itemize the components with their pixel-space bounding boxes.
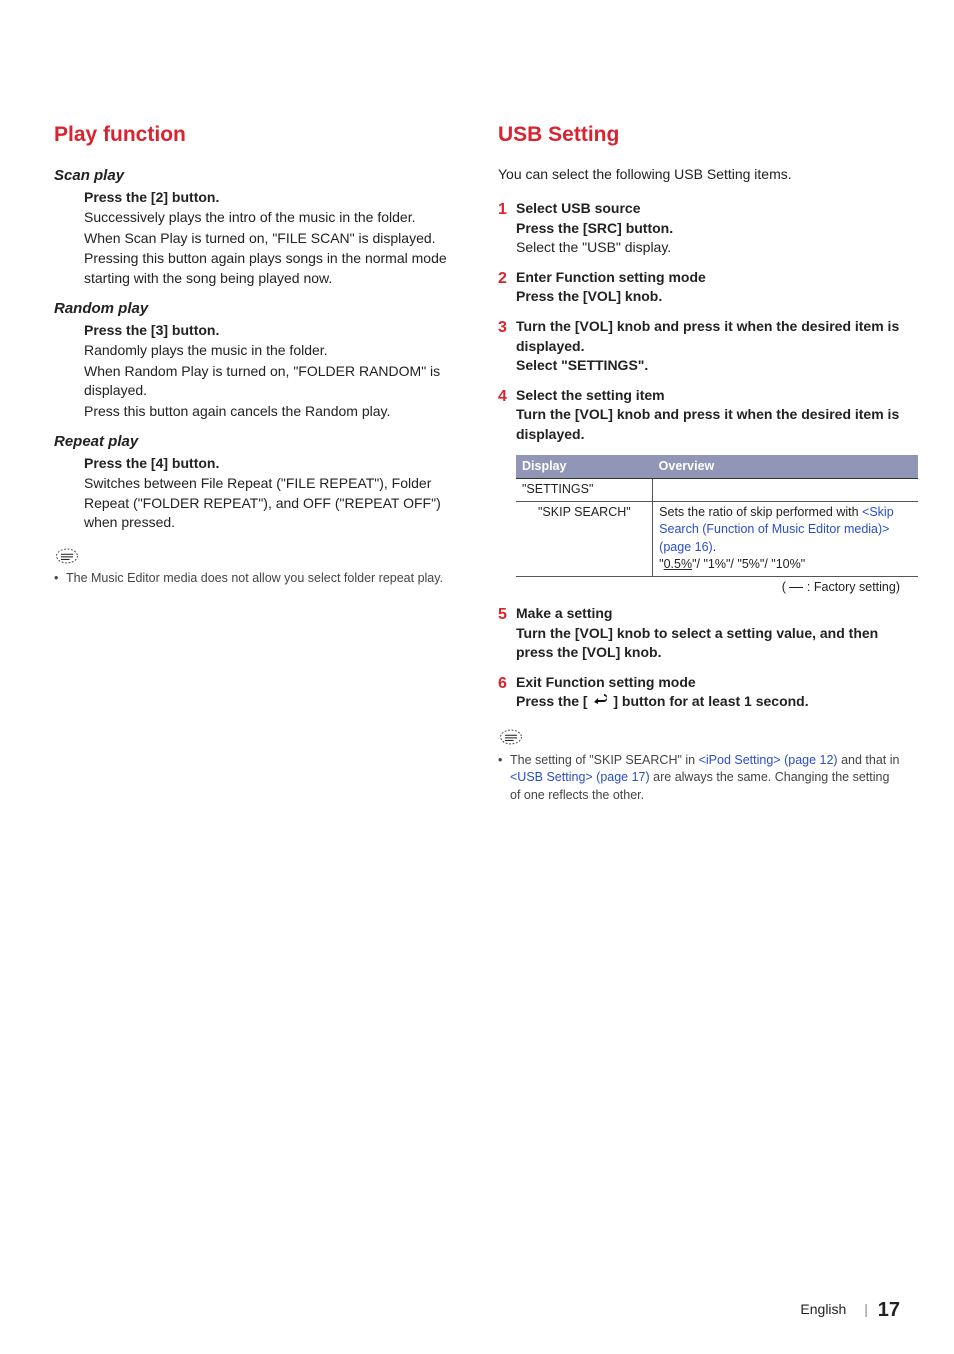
step-number: 3 — [498, 317, 516, 376]
overview-text-2: . — [713, 540, 716, 554]
repeat-play-heading: Repeat play — [54, 431, 456, 452]
table-cell-display: "SETTINGS" — [516, 479, 653, 502]
play-function-heading: Play function — [54, 120, 456, 149]
left-column: Play function Scan play Press the [2] bu… — [54, 120, 456, 806]
bullet-icon: • — [54, 570, 66, 588]
bullet-icon: • — [498, 752, 510, 805]
step-2-sub: Press the [VOL] knob. — [516, 287, 900, 307]
random-play-press: Press the [3] button. — [84, 321, 456, 341]
usb-setting-intro: You can select the following USB Setting… — [498, 165, 900, 185]
repeat-play-body: Press the [4] button. Switches between F… — [84, 454, 456, 532]
usb-setting-heading: USB Setting — [498, 120, 900, 149]
repeat-play-press: Press the [4] button. — [84, 454, 456, 474]
step-number: 5 — [498, 604, 516, 663]
step-1-sub: Press the [SRC] button. — [516, 219, 900, 239]
random-play-text-1: Randomly plays the music in the folder. — [84, 341, 456, 361]
scan-play-heading: Scan play — [54, 165, 456, 186]
scan-play-text-2: When Scan Play is turned on, "FILE SCAN"… — [84, 229, 456, 249]
left-note: • The Music Editor media does not allow … — [54, 570, 456, 588]
table-cell-overview — [653, 479, 918, 502]
step-4: 4 Select the setting item Turn the [VOL]… — [498, 386, 900, 445]
table-cell-display: "SKIP SEARCH" — [516, 501, 653, 576]
page-footer: English | 17 — [800, 1296, 900, 1324]
step-1-title: Select USB source — [516, 199, 900, 219]
step-6: 6 Exit Function setting mode Press the [… — [498, 673, 900, 714]
ipod-setting-link[interactable]: <iPod Setting> (page 12) — [699, 753, 838, 767]
table-header-display: Display — [516, 455, 653, 479]
return-icon — [591, 694, 609, 714]
page-number: 17 — [878, 1299, 900, 1321]
step-number: 2 — [498, 268, 516, 307]
random-play-text-3: Press this button again cancels the Rand… — [84, 402, 456, 422]
settings-table: Display Overview "SETTINGS" "SKIP SEARCH… — [516, 455, 918, 577]
step-5: 5 Make a setting Turn the [VOL] knob to … — [498, 604, 900, 663]
step-4-title: Select the setting item — [516, 386, 900, 406]
footer-separator: | — [864, 1301, 868, 1317]
factory-setting-note: ( : Factory setting) — [516, 579, 900, 597]
usb-setting-link[interactable]: <USB Setting> (page 17) — [510, 770, 650, 784]
step-5-title: Make a setting — [516, 604, 900, 624]
step-6-title: Exit Function setting mode — [516, 673, 900, 693]
table-row: "SETTINGS" — [516, 479, 918, 502]
step-5-sub: Turn the [VOL] knob to select a setting … — [516, 624, 900, 663]
underline-icon — [789, 587, 803, 588]
step-1-text: Select the "USB" display. — [516, 238, 900, 258]
table-header-row: Display Overview — [516, 455, 918, 479]
table-cell-overview: Sets the ratio of skip performed with <S… — [653, 501, 918, 576]
right-note-text: The setting of "SKIP SEARCH" in <iPod Se… — [510, 752, 900, 805]
random-play-body: Press the [3] button. Randomly plays the… — [84, 321, 456, 421]
step-number: 6 — [498, 673, 516, 714]
table-row: "SKIP SEARCH" Sets the ratio of skip per… — [516, 501, 918, 576]
right-note: • The setting of "SKIP SEARCH" in <iPod … — [498, 752, 900, 805]
scan-play-text-3: Pressing this button again plays songs i… — [84, 249, 456, 288]
step-3-sub: Select "SETTINGS". — [516, 356, 900, 376]
scan-play-text-1: Successively plays the intro of the musi… — [84, 208, 456, 228]
step-2-title: Enter Function setting mode — [516, 268, 900, 288]
overview-text-1: Sets the ratio of skip performed with <S… — [659, 505, 894, 554]
note-icon — [498, 728, 524, 746]
table-header-overview: Overview — [653, 455, 918, 479]
step-2: 2 Enter Function setting mode Press the … — [498, 268, 900, 307]
note-icon — [54, 547, 80, 565]
left-note-text: The Music Editor media does not allow yo… — [66, 570, 456, 588]
footer-language: English — [800, 1301, 846, 1317]
step-6-sub: Press the [ ] button for at least 1 seco… — [516, 692, 900, 714]
step-4-sub: Turn the [VOL] knob and press it when th… — [516, 405, 900, 444]
right-column: USB Setting You can select the following… — [498, 120, 900, 806]
step-number: 1 — [498, 199, 516, 258]
random-play-text-2: When Random Play is turned on, "FOLDER R… — [84, 362, 456, 401]
repeat-play-text-1: Switches between File Repeat ("FILE REPE… — [84, 474, 456, 533]
scan-play-press: Press the [2] button. — [84, 188, 456, 208]
overview-values: "0.5%"/ "1%"/ "5%"/ "10%" — [659, 557, 805, 571]
step-1: 1 Select USB source Press the [SRC] butt… — [498, 199, 900, 258]
step-3: 3 Turn the [VOL] knob and press it when … — [498, 317, 900, 376]
step-3-title: Turn the [VOL] knob and press it when th… — [516, 317, 900, 356]
random-play-heading: Random play — [54, 298, 456, 319]
step-number: 4 — [498, 386, 516, 445]
scan-play-body: Press the [2] button. Successively plays… — [84, 188, 456, 288]
